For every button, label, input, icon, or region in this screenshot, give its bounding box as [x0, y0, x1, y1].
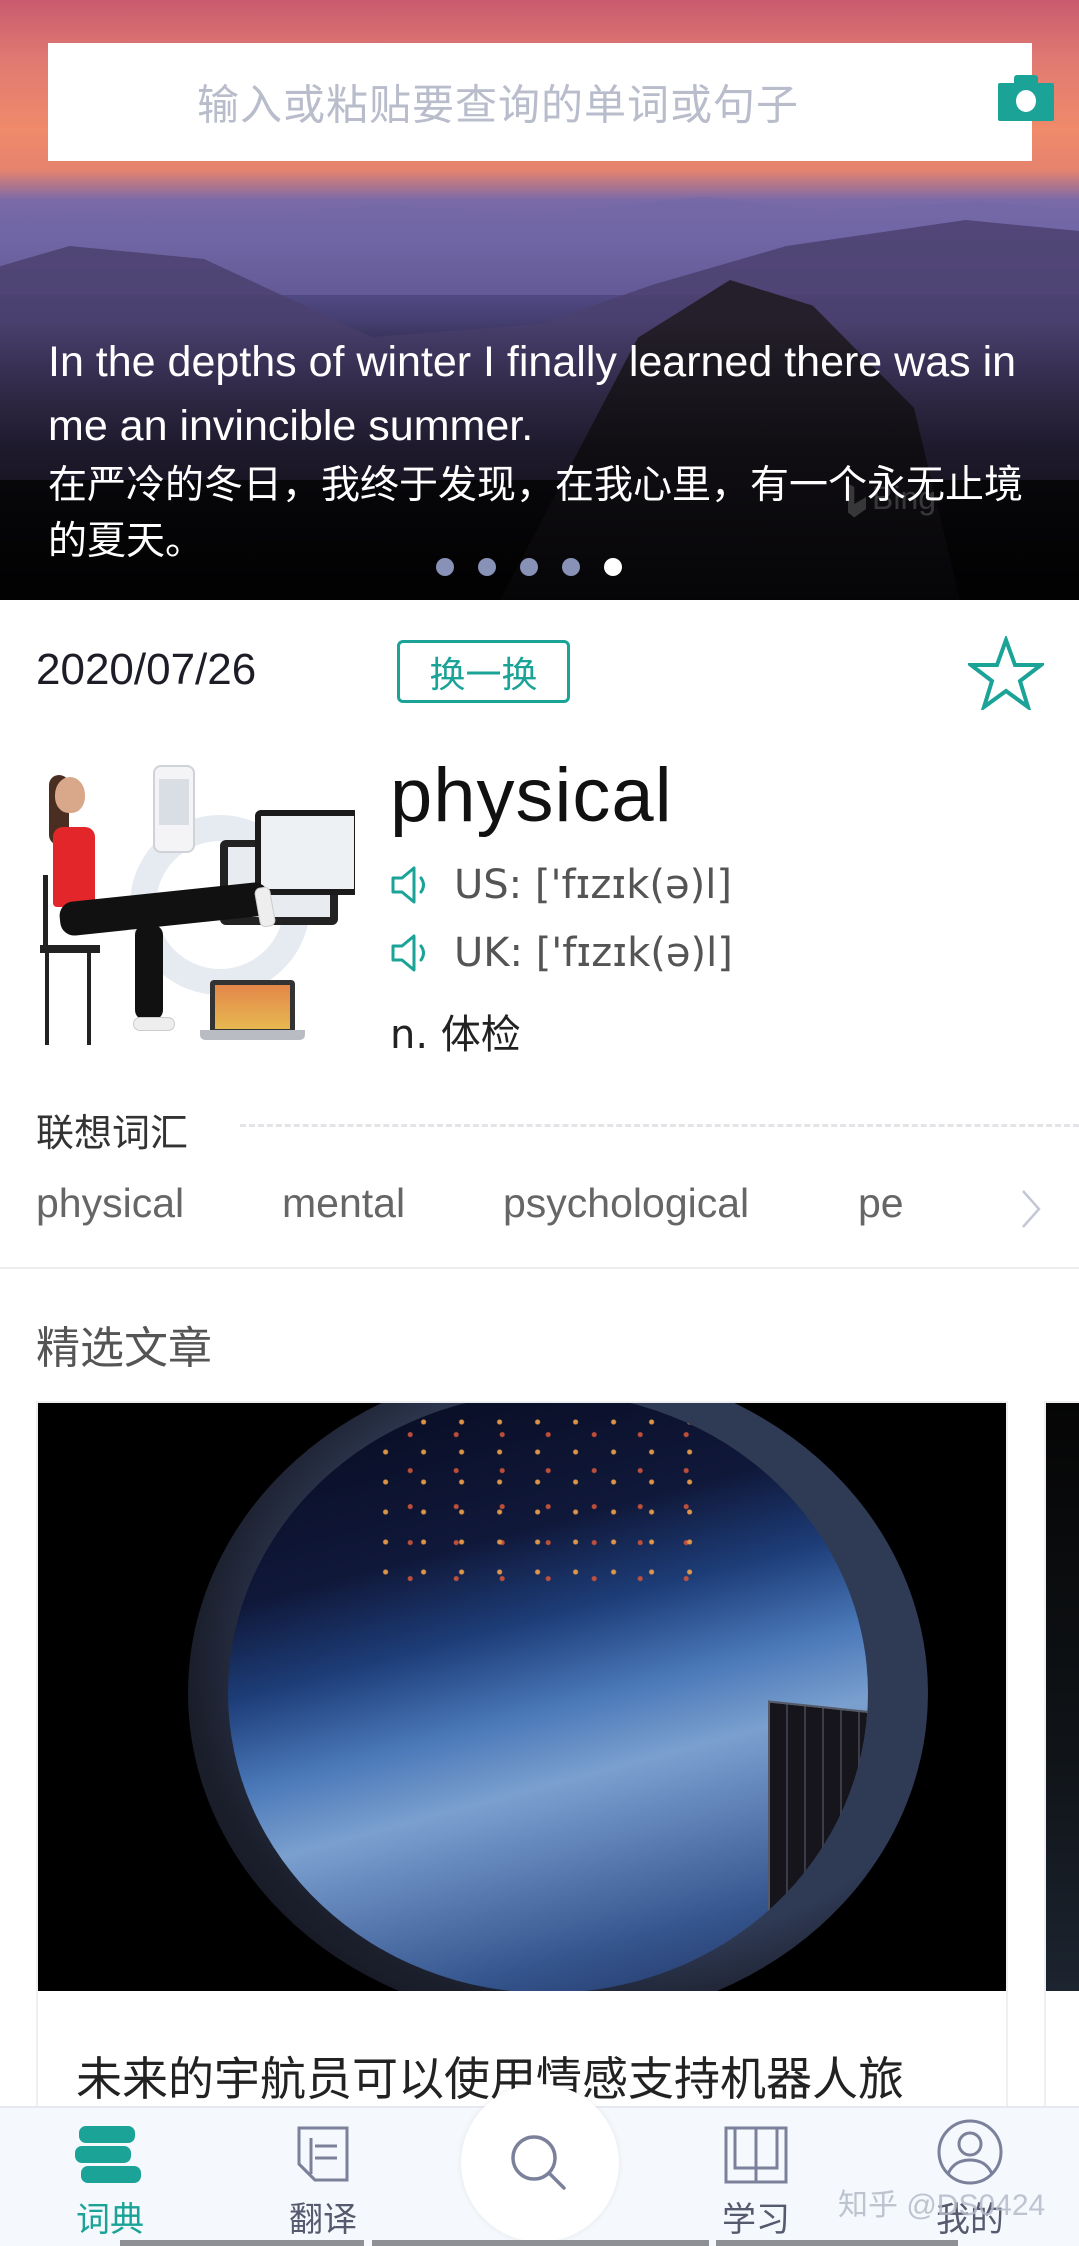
pronunciation-uk-text: UK: ['fɪzɪk(ə)l] — [454, 930, 733, 976]
association-item[interactable]: psychological — [503, 1180, 749, 1227]
article-image — [1046, 1403, 1079, 1991]
nav-tab-learn[interactable]: 学习 — [686, 2108, 826, 2246]
articles-section-title: 精选文章 — [36, 1323, 212, 1374]
article-card[interactable] — [1044, 1401, 1079, 2161]
pronunciation-us-text: US: ['fɪzɪk(ə)l] — [454, 862, 732, 908]
association-item[interactable]: pe — [858, 1180, 904, 1227]
word-date: 2020/07/26 — [36, 645, 257, 694]
scroll-indicator — [372, 2240, 709, 2246]
quote-english: In the depths of winter I finally learne… — [48, 338, 1017, 450]
carousel-dot[interactable] — [520, 558, 538, 576]
associations-label: 联想词汇 — [36, 1111, 189, 1155]
word-illustration — [35, 755, 355, 1045]
article-title: 未来的宇航员可以使用情感支持机器人旅 — [76, 2052, 904, 2106]
pronunciation-us[interactable]: US: ['fɪzɪk(ə)l] — [390, 862, 732, 908]
bing-icon — [848, 483, 866, 518]
article-card[interactable]: 未来的宇航员可以使用情感支持机器人旅 行 — [36, 1401, 1008, 2161]
association-item[interactable]: mental — [282, 1180, 405, 1227]
nav-label: 翻译 — [289, 2200, 357, 2240]
chevron-right-icon[interactable] — [1020, 1188, 1042, 1230]
pronunciation-uk[interactable]: UK: ['fɪzɪk(ə)l] — [390, 930, 733, 976]
carousel-dot[interactable] — [562, 558, 580, 576]
swap-word-button[interactable]: 换一换 — [397, 640, 570, 703]
scroll-indicator — [716, 2240, 958, 2246]
bing-logo: Bing — [848, 480, 936, 518]
associations-list: physical mental psychological pe — [36, 1180, 1036, 1232]
speaker-icon[interactable] — [390, 932, 436, 974]
section-divider — [0, 1267, 1079, 1269]
word-headline: physical — [390, 753, 673, 838]
book-icon — [724, 2126, 788, 2184]
speaker-icon[interactable] — [390, 864, 436, 906]
search-fab-button[interactable] — [461, 2084, 619, 2242]
search-placeholder: 输入或粘贴要查询的单词或句子 — [196, 80, 799, 130]
carousel-dot[interactable] — [436, 558, 454, 576]
search-input[interactable]: 输入或粘贴要查询的单词或句子 — [48, 43, 1054, 161]
nav-label: 词典 — [76, 2200, 144, 2240]
watermark: 知乎 @DS0424 — [838, 2189, 1046, 2222]
star-outline-icon[interactable] — [965, 634, 1047, 714]
dictionary-icon — [75, 2126, 141, 2183]
scroll-indicator — [120, 2240, 364, 2246]
association-item[interactable]: physical — [36, 1180, 184, 1227]
camera-icon[interactable] — [998, 75, 1054, 121]
article-image — [38, 1403, 1006, 1991]
carousel-dot[interactable] — [604, 558, 622, 576]
translate-icon — [297, 2126, 349, 2182]
nav-tab-dictionary[interactable]: 词典 — [40, 2108, 180, 2246]
nav-tab-profile[interactable]: 我的 — [900, 2108, 1040, 2246]
user-icon — [937, 2119, 1003, 2185]
carousel-indicator — [436, 558, 622, 576]
dashed-divider — [240, 1124, 1079, 1127]
nav-label: 学习 — [722, 2200, 790, 2240]
search-icon — [511, 2135, 566, 2190]
word-meaning: n. 体检 — [390, 1012, 521, 1058]
carousel-dot[interactable] — [478, 558, 496, 576]
daily-quote-banner[interactable]: 输入或粘贴要查询的单词或句子 In the depths of winter I… — [0, 0, 1079, 600]
nav-tab-translate[interactable]: 翻译 — [253, 2108, 393, 2246]
